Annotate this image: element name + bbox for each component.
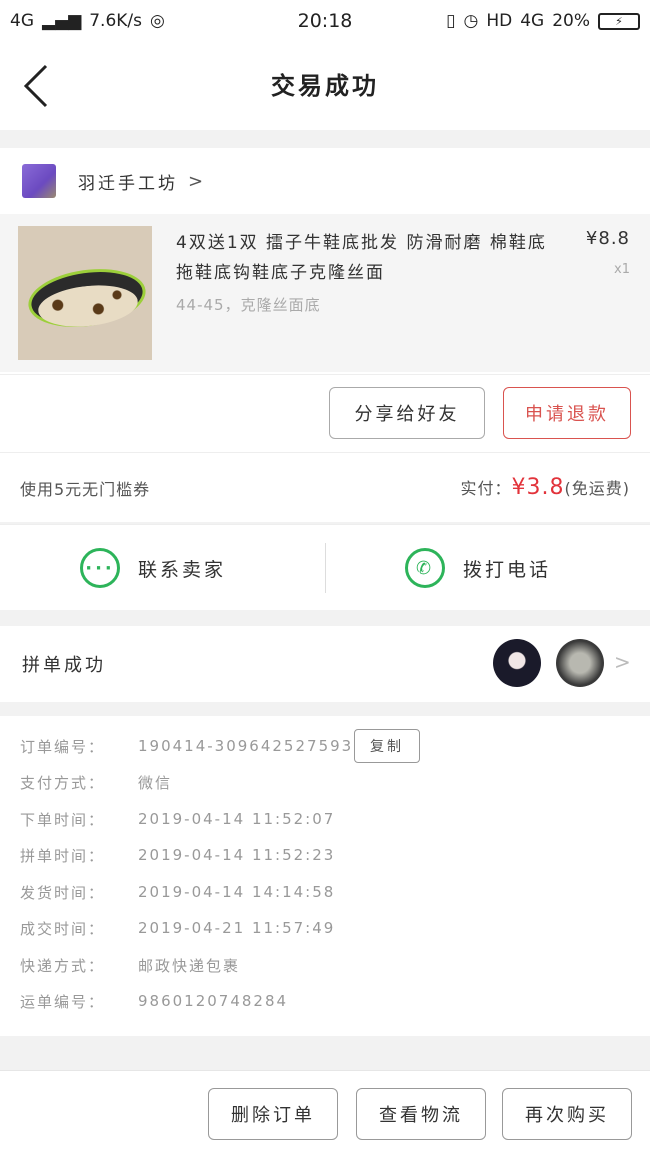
detail-row: 发货时间： 2019-04-14 14:14:58 [20,874,335,910]
shop-link[interactable]: 羽迁手工坊 > [0,148,650,214]
vibrate-icon: ▯ [446,11,456,31]
detail-label: 订单编号： [20,737,106,756]
network-speed: 7.6K/s [89,11,143,31]
product-quantity: x1 [614,262,630,277]
share-button[interactable]: 分享给好友 [329,387,485,439]
chevron-right-icon: > [614,650,631,674]
detail-value: 2019-04-21 11:57:49 [138,919,336,937]
detail-row: 拼单时间： 2019-04-14 11:52:23 [20,837,335,873]
product-row[interactable]: 4双送1双 擂子牛鞋底批发 防滑耐磨 棉鞋底拖鞋底钩鞋底子克隆丝面 44-45，… [0,214,650,372]
bottom-action-bar: 删除订单 查看物流 再次购买 [0,1070,650,1155]
signal-bars-icon: ▂▄▆ [42,11,82,31]
phone-icon: ✆ [405,548,445,588]
shop-name: 羽迁手工坊 [78,173,178,194]
detail-value: 2019-04-14 11:52:23 [138,846,336,864]
detail-label: 运单编号： [20,992,106,1011]
nav-bar: 交易成功 [0,42,650,130]
network-type: 4G [520,11,545,31]
chevron-right-icon: > [188,170,204,192]
product-price: ¥8.8 [585,228,630,249]
detail-value: 2019-04-14 11:52:07 [138,810,336,828]
avatar [493,639,541,687]
coupon-text: 使用5元无门槛券 [20,479,151,499]
signal-indicator: 4G [10,11,34,31]
call-button[interactable]: ✆ 拨打电话 [405,525,551,611]
order-number: 190414-309642527593798 [138,737,388,755]
chat-icon: ··· [80,548,120,588]
detail-row: 订单编号： 190414-309642527593798 [20,728,388,764]
detail-label: 支付方式： [20,773,106,792]
tracking-number: 9860120748284 [138,992,289,1010]
detail-value: 2019-04-14 14:14:58 [138,883,336,901]
battery-icon: ⚡ [598,12,640,30]
hd-indicator: HD [486,11,513,31]
buy-again-button[interactable]: 再次购买 [502,1088,632,1140]
detail-row: 支付方式： 微信 [20,764,172,800]
page-title: 交易成功 [271,72,379,100]
detail-row: 成交时间： 2019-04-21 11:57:49 [20,910,335,946]
item-actions: 分享给好友 申请退款 [0,374,650,452]
detail-label: 发货时间： [20,883,106,902]
detail-row: 运单编号： 9860120748284 [20,983,288,1019]
call-label: 拨打电话 [463,558,552,581]
group-label: 拼单成功 [22,655,106,676]
detail-row: 快递方式： 邮政快递包裹 [20,947,240,983]
detail-label: 成交时间： [20,919,106,938]
paid-label: 实付： [460,479,512,498]
product-image [18,226,152,360]
copy-button[interactable]: 复制 [354,729,420,763]
avatar [556,639,604,687]
contact-seller-label: 联系卖家 [138,558,227,581]
refund-button[interactable]: 申请退款 [503,387,631,439]
shipping-note: (免运费) [564,479,630,498]
product-title: 4双送1双 擂子牛鞋底批发 防滑耐磨 棉鞋底拖鞋底钩鞋底子克隆丝面 [176,233,547,283]
product-spec: 44-45，克隆丝面底 [176,296,321,314]
order-details: 订单编号： 190414-309642527593798 复制 支付方式： 微信… [0,716,650,1036]
detail-label: 快递方式： [20,956,106,975]
contact-bar: ··· 联系卖家 ✆ 拨打电话 [0,524,650,610]
detail-value: 微信 [138,773,173,792]
group-success-row[interactable]: 拼单成功 > [0,626,650,702]
detail-label: 拼单时间： [20,846,106,865]
divider [325,543,326,593]
alarm-icon: ◷ [463,11,479,31]
contact-seller-button[interactable]: ··· 联系卖家 [80,525,226,611]
detail-label: 下单时间： [20,810,106,829]
payment-summary: 使用5元无门槛券 实付：¥3.8(免运费) [0,452,650,522]
paid-total: 实付：¥3.8(免运费) [461,475,631,500]
detail-value: 邮政快递包裹 [138,956,241,975]
battery-percent: 20% [552,11,590,31]
paid-amount: ¥3.8 [511,475,565,500]
shop-avatar [22,164,56,198]
detail-row: 下单时间： 2019-04-14 11:52:07 [20,801,335,837]
qq-icon: ◎ [150,11,165,31]
order-item-card: 羽迁手工坊 > 4双送1双 擂子牛鞋底批发 防滑耐磨 棉鞋底拖鞋底钩鞋底子克隆丝… [0,148,650,452]
status-bar: 4G ▂▄▆ 7.6K/s ◎ 20:18 ▯ ◷ HD 4G 20% ⚡ [0,0,650,42]
delete-order-button[interactable]: 删除订单 [208,1088,338,1140]
view-logistics-button[interactable]: 查看物流 [356,1088,486,1140]
